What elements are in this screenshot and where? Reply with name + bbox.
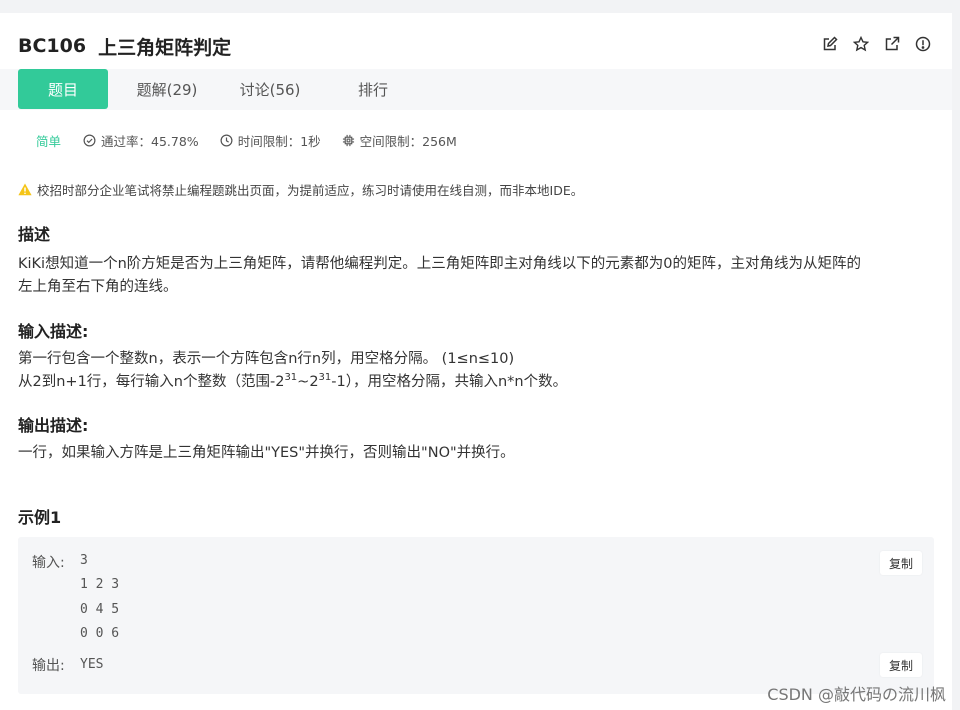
check-circle-icon: [83, 134, 96, 146]
page-title: BC106 上三角矩阵判定: [18, 33, 231, 59]
description-line: 左上角至右下角的连线。: [18, 279, 178, 295]
example-box: 输入: 3 1 2 3 0 4 5 0 0 6 复制 输出: YES 复制: [18, 537, 934, 694]
description-text: KiKi想知道一个n阶方矩是否为上三角矩阵，请帮他编程判定。上三角矩阵即主对角线…: [18, 253, 938, 299]
time-limit-text: 时间限制：1秒: [237, 133, 321, 149]
example-heading: 示例1: [18, 508, 62, 527]
input-desc-heading: 输入描述:: [18, 322, 89, 341]
info-icon[interactable]: [914, 35, 932, 53]
star-icon[interactable]: [852, 35, 870, 53]
copy-input-button[interactable]: 复制: [880, 551, 922, 575]
example-input-label: 输入:: [32, 555, 65, 571]
problem-card: BC106 上三角矩阵判定 题目 题解(29) 讨论(56) 排行 简单 通过率…: [0, 13, 952, 710]
notice-text: 校招时部分企业笔试将禁止编程题跳出页面，为提前适应，练习时请使用在线自测，而非本…: [37, 182, 584, 198]
problem-title: 上三角矩阵判定: [98, 36, 232, 59]
input-desc-line: 第一行包含一个整数n，表示一个方阵包含n行n列，用空格分隔。 (1≤n≤10): [18, 351, 515, 367]
clock-icon: [220, 134, 233, 146]
space-limit-text: 空间限制：256M: [359, 133, 457, 149]
watermark: CSDN @敲代码の流川枫: [767, 685, 946, 704]
example-output-label: 输出:: [32, 658, 65, 674]
tab-solutions[interactable]: 题解(29): [122, 69, 212, 109]
tab-discussion[interactable]: 讨论(56): [225, 69, 315, 109]
tab-bar: 题目 题解(29) 讨论(56) 排行: [0, 69, 952, 110]
description-heading: 描述: [18, 225, 51, 244]
tab-problem[interactable]: 题目: [18, 69, 108, 109]
difficulty-badge: 简单: [36, 133, 62, 149]
copy-output-button[interactable]: 复制: [880, 653, 922, 677]
space-limit: 空间限制：256M: [342, 131, 457, 150]
output-desc-heading: 输出描述:: [18, 416, 89, 435]
share-icon[interactable]: [883, 35, 901, 53]
example-output-value[interactable]: YES: [80, 653, 103, 677]
title-actions: [821, 35, 932, 53]
pass-rate-text: 通过率：45.78%: [101, 133, 199, 149]
input-desc-line: 从2到n+1行，每行输入n个整数（范围-231~231-1），用空格分隔，共输入…: [18, 372, 568, 391]
warning-icon: [18, 183, 32, 195]
problem-id: BC106: [18, 35, 87, 57]
pass-rate: 通过率：45.78%: [83, 131, 199, 150]
problem-meta: 简单 通过率：45.78% 时间限制：1秒 空间限制：256M: [36, 131, 478, 149]
input-desc-text: 第一行包含一个整数n，表示一个方阵包含n行n列，用空格分隔。 (1≤n≤10) …: [18, 348, 938, 394]
chip-icon: [342, 134, 354, 146]
edit-icon[interactable]: [821, 35, 839, 53]
description-line: KiKi想知道一个n阶方矩是否为上三角矩阵，请帮他编程判定。上三角矩阵即主对角线…: [18, 256, 861, 272]
example-input-value[interactable]: 3 1 2 3 0 4 5 0 0 6: [80, 549, 119, 646]
output-desc-text: 一行，如果输入方阵是上三角矩阵输出"YES"并换行，否则输出"NO"并换行。: [18, 445, 515, 461]
tab-ranking[interactable]: 排行: [328, 69, 418, 109]
time-limit: 时间限制：1秒: [220, 131, 321, 150]
exam-notice: 校招时部分企业笔试将禁止编程题跳出页面，为提前适应，练习时请使用在线自测，而非本…: [18, 180, 583, 198]
